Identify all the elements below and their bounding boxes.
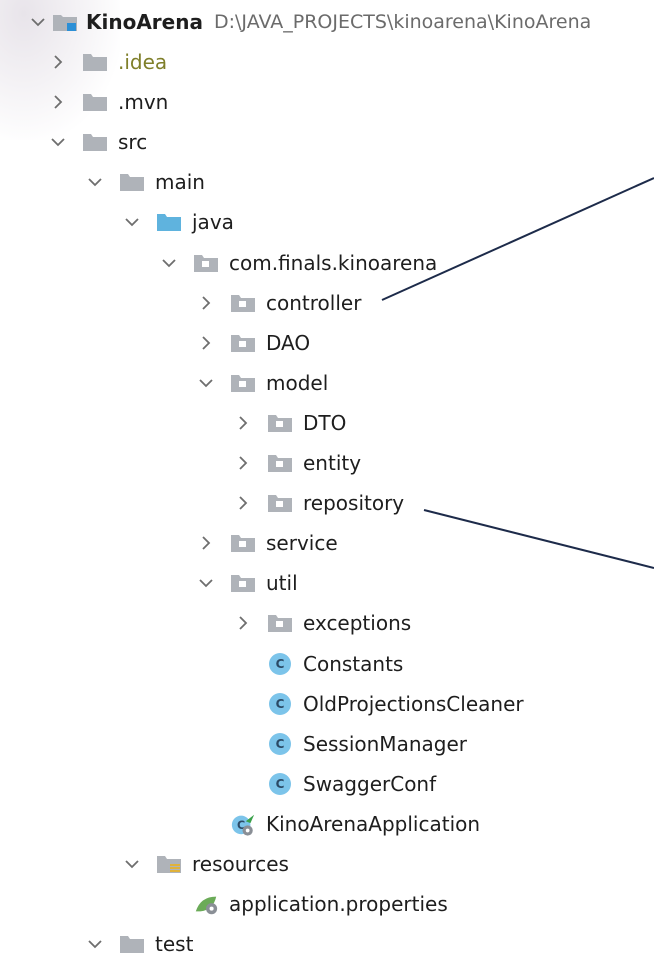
callout-line-repository <box>423 509 654 569</box>
callout-lines <box>381 177 654 569</box>
callout-line-controller <box>381 177 654 301</box>
